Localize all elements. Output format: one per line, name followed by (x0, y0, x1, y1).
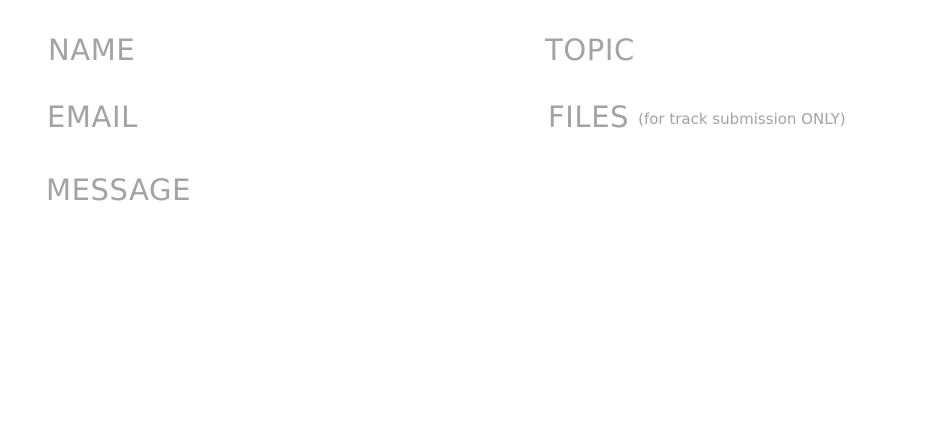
contact-form: FILES (for track submission ONLY) (0, 0, 950, 446)
email-input[interactable] (47, 95, 487, 139)
topic-input[interactable] (545, 28, 905, 72)
message-field-container (46, 168, 496, 418)
files-upload[interactable]: FILES (for track submission ONLY) (548, 95, 846, 139)
message-textarea[interactable] (46, 168, 496, 418)
topic-field-container (545, 28, 905, 72)
name-input[interactable] (48, 28, 488, 72)
email-field-container (47, 95, 487, 139)
name-field-container (48, 28, 488, 72)
